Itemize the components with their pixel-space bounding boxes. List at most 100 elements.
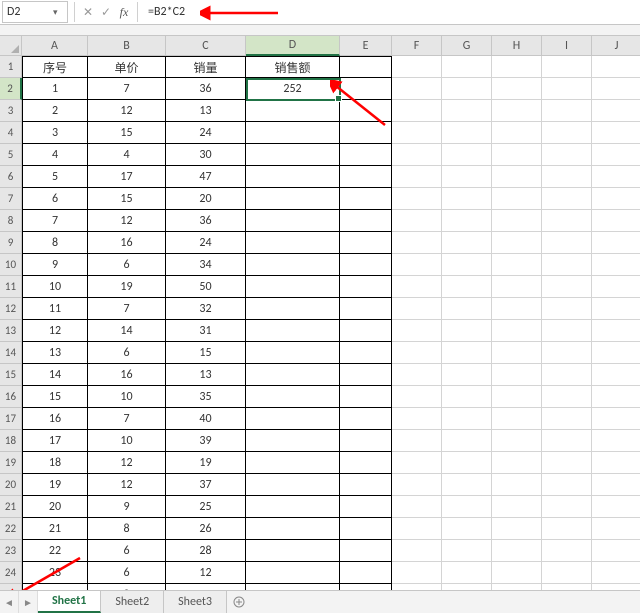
cell[interactable] — [392, 430, 442, 452]
cell[interactable] — [542, 496, 592, 518]
row-header[interactable]: 3 — [0, 100, 22, 122]
cell[interactable] — [392, 166, 442, 188]
cell[interactable] — [542, 188, 592, 210]
column-header-I[interactable]: I — [542, 36, 592, 56]
cell[interactable]: 21 — [22, 518, 88, 540]
cell[interactable] — [592, 474, 640, 496]
cell[interactable] — [442, 166, 492, 188]
cell[interactable] — [246, 210, 340, 232]
row-header[interactable]: 13 — [0, 320, 22, 342]
cell[interactable]: 12 — [88, 210, 166, 232]
cell[interactable] — [392, 474, 442, 496]
cell[interactable] — [442, 210, 492, 232]
cell[interactable] — [542, 408, 592, 430]
cell[interactable] — [442, 540, 492, 562]
cell[interactable] — [592, 298, 640, 320]
cell[interactable] — [592, 562, 640, 584]
cell[interactable]: 4 — [22, 144, 88, 166]
cell[interactable]: 32 — [166, 298, 246, 320]
cell[interactable]: 20 — [22, 496, 88, 518]
cell[interactable] — [592, 188, 640, 210]
cell[interactable]: 35 — [166, 386, 246, 408]
cell[interactable] — [340, 364, 392, 386]
column-header-B[interactable]: B — [88, 36, 166, 56]
cell[interactable] — [592, 320, 640, 342]
cell[interactable]: 16 — [88, 232, 166, 254]
cell[interactable]: 4 — [88, 144, 166, 166]
cell[interactable] — [442, 408, 492, 430]
cell[interactable] — [492, 320, 542, 342]
cell[interactable] — [246, 342, 340, 364]
row-header[interactable]: 1 — [0, 56, 22, 78]
cell[interactable]: 销量 — [166, 56, 246, 78]
cell[interactable] — [592, 144, 640, 166]
cell[interactable] — [392, 144, 442, 166]
row-header[interactable]: 14 — [0, 342, 22, 364]
cell[interactable] — [340, 298, 392, 320]
cell[interactable] — [542, 78, 592, 100]
cell[interactable]: 20 — [166, 188, 246, 210]
cell[interactable]: 销售额 — [246, 56, 340, 78]
cell[interactable]: 10 — [22, 276, 88, 298]
cell[interactable]: 7 — [22, 210, 88, 232]
cell[interactable] — [340, 342, 392, 364]
cell[interactable] — [340, 518, 392, 540]
cell[interactable]: 12 — [22, 320, 88, 342]
row-header[interactable]: 24 — [0, 562, 22, 584]
tab-nav-prev-icon[interactable]: ◄ — [0, 591, 19, 613]
cell[interactable]: 单价 — [88, 56, 166, 78]
cell[interactable] — [392, 386, 442, 408]
cell[interactable] — [442, 562, 492, 584]
cell[interactable]: 37 — [166, 474, 246, 496]
fx-icon[interactable]: fx — [115, 2, 133, 22]
cell[interactable] — [542, 562, 592, 584]
cell[interactable]: 12 — [88, 452, 166, 474]
cell[interactable] — [542, 276, 592, 298]
cell[interactable]: 26 — [166, 518, 246, 540]
cell[interactable] — [542, 452, 592, 474]
cell[interactable] — [492, 144, 542, 166]
cell[interactable]: 15 — [88, 188, 166, 210]
cell[interactable] — [246, 364, 340, 386]
cell[interactable]: 14 — [88, 320, 166, 342]
cell[interactable] — [542, 474, 592, 496]
cell[interactable] — [492, 386, 542, 408]
cell[interactable] — [246, 430, 340, 452]
cell[interactable] — [392, 254, 442, 276]
cell[interactable] — [542, 540, 592, 562]
cell[interactable] — [246, 166, 340, 188]
cell[interactable]: 1 — [22, 78, 88, 100]
cell[interactable] — [492, 56, 542, 78]
cell[interactable] — [340, 408, 392, 430]
cell[interactable] — [592, 100, 640, 122]
cell[interactable]: 22 — [22, 540, 88, 562]
row-header[interactable]: 20 — [0, 474, 22, 496]
cell[interactable] — [592, 364, 640, 386]
cell[interactable]: 9 — [22, 254, 88, 276]
cell[interactable] — [340, 144, 392, 166]
row-header[interactable]: 15 — [0, 364, 22, 386]
cell[interactable] — [392, 298, 442, 320]
cell[interactable] — [246, 408, 340, 430]
cell[interactable] — [442, 342, 492, 364]
cell[interactable]: 19 — [166, 452, 246, 474]
cell[interactable] — [592, 78, 640, 100]
cell[interactable] — [392, 100, 442, 122]
row-header[interactable]: 6 — [0, 166, 22, 188]
cell[interactable] — [542, 166, 592, 188]
cell[interactable] — [592, 342, 640, 364]
cell[interactable]: 13 — [166, 364, 246, 386]
cell[interactable] — [592, 430, 640, 452]
cell[interactable] — [392, 188, 442, 210]
cell[interactable] — [246, 452, 340, 474]
cell[interactable]: 18 — [22, 452, 88, 474]
cell[interactable] — [246, 122, 340, 144]
cell[interactable] — [340, 122, 392, 144]
cell[interactable] — [340, 430, 392, 452]
cell[interactable] — [542, 232, 592, 254]
row-header[interactable]: 21 — [0, 496, 22, 518]
cell[interactable] — [492, 188, 542, 210]
cell[interactable] — [592, 254, 640, 276]
cell[interactable] — [542, 298, 592, 320]
cell[interactable] — [542, 430, 592, 452]
